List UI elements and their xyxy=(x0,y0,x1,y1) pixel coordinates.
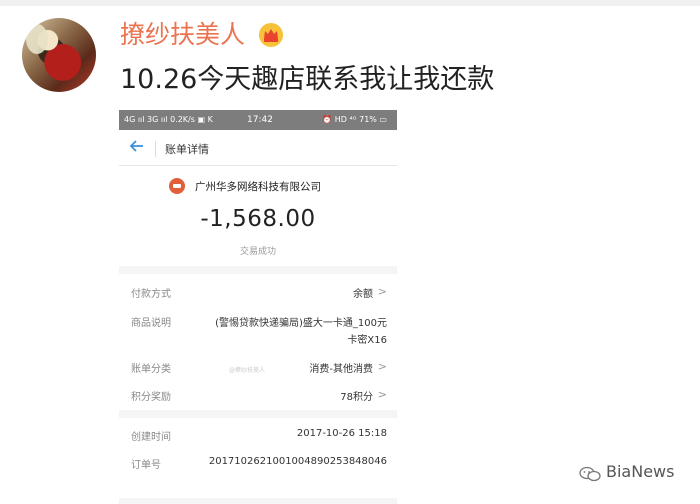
post-text: 10.26今天趣店联系我让我还款 xyxy=(120,64,495,95)
section-divider xyxy=(119,266,397,274)
row-value: 2017-10-26 15:18 xyxy=(296,428,387,439)
watermark: @撩纱扶美人 xyxy=(229,367,266,374)
transaction-status: 交易成功 xyxy=(239,247,276,257)
vip-crown-icon xyxy=(259,23,283,47)
chevron-right-icon: > xyxy=(377,388,387,401)
phone-status-bar: 4G ııl 3G ııl 0.2K/s ▣ K 17:42 ⏰ HD ⁴ᴳ 7… xyxy=(119,110,397,130)
row-value: 78积分 xyxy=(340,392,373,403)
brand-watermark: BiaNews xyxy=(606,462,675,481)
row-label: 积分奖励 xyxy=(131,392,171,403)
back-arrow-icon[interactable] xyxy=(129,138,149,158)
row-label: 订单号 xyxy=(131,460,161,471)
bottom-divider xyxy=(119,498,397,504)
row-value: 余额 xyxy=(353,289,373,300)
merchant-name: 广州华多网络科技有限公司 xyxy=(195,181,321,193)
row-value: (警惕贷款快递骗局)盛大一卡通_100元 xyxy=(215,318,387,329)
top-divider xyxy=(0,0,700,6)
chevron-right-icon: > xyxy=(377,285,387,298)
merchant-row: 广州华多网络科技有限公司 xyxy=(119,176,397,196)
merchant-icon xyxy=(169,178,185,194)
row-label: 付款方式 xyxy=(131,289,171,300)
status-right: ⏰ HD ⁴ᴳ 71% ▭ xyxy=(322,115,387,124)
nav-bar: 账单详情 xyxy=(119,132,397,166)
row-value: 消费-其他消费 xyxy=(309,364,373,375)
embedded-screenshot: 4G ııl 3G ııl 0.2K/s ▣ K 17:42 ⏰ HD ⁴ᴳ 7… xyxy=(119,110,397,504)
nav-separator xyxy=(155,141,156,157)
row-value-cont: 卡密X16 xyxy=(347,335,387,346)
section-divider xyxy=(119,410,397,418)
chevron-right-icon: > xyxy=(377,360,387,373)
status-time: 17:42 xyxy=(247,115,273,125)
row-label: 商品说明 xyxy=(131,318,171,329)
page-title: 账单详情 xyxy=(165,143,209,156)
row-label: 账单分类 xyxy=(131,364,171,375)
wechat-icon xyxy=(579,466,601,482)
status-left: 4G ııl 3G ııl 0.2K/s ▣ K xyxy=(124,115,213,124)
row-label: 创建时间 xyxy=(131,432,171,443)
username[interactable]: 撩纱扶美人 xyxy=(120,18,245,52)
row-value: 20171026210010048902538480​46 xyxy=(208,456,387,467)
avatar[interactable] xyxy=(22,18,96,92)
amount: -1,568.00 xyxy=(200,206,316,232)
